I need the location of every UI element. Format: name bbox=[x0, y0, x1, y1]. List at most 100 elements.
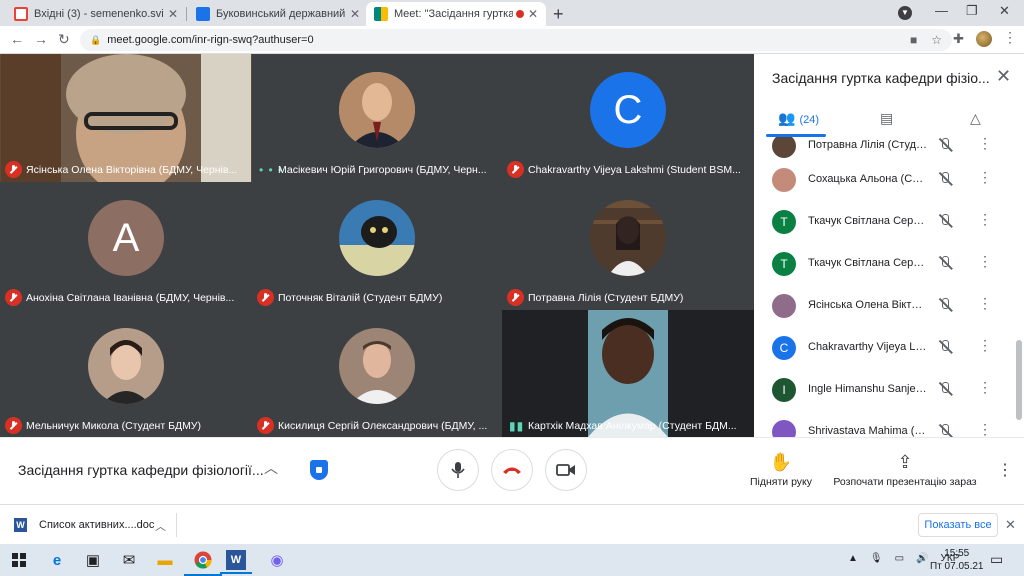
participant-tile[interactable]: Поточняк Віталій (Студент БДМУ) bbox=[252, 182, 502, 310]
chevron-up-icon[interactable]: ︿ bbox=[155, 518, 166, 534]
list-item[interactable]: Ясінська Олена Вікторі... ⋮ bbox=[754, 285, 1016, 327]
list-item[interactable]: T Ткачук Світлана Сергії... ⋮ bbox=[754, 243, 1016, 285]
chevron-up-icon[interactable]: ︿ bbox=[264, 458, 278, 478]
close-panel-icon[interactable]: ✕ bbox=[996, 66, 1011, 87]
host-controls-shield-icon[interactable] bbox=[310, 460, 328, 480]
new-tab-button[interactable]: + bbox=[553, 4, 564, 25]
participant-avatar: I bbox=[772, 378, 796, 402]
tab-people[interactable]: 👥 (24) bbox=[778, 110, 819, 127]
camera-button[interactable] bbox=[545, 449, 587, 491]
close-icon[interactable]: ✕ bbox=[1005, 517, 1016, 533]
camera-indicator-icon[interactable]: ■ bbox=[910, 33, 917, 47]
downloads-bar: W Список активних....doc ︿ Показать все … bbox=[0, 504, 1024, 544]
meeting-title[interactable]: Засідання гуртка кафедри фізіології... bbox=[18, 462, 264, 478]
chat-icon[interactable]: ▤ bbox=[880, 110, 893, 127]
minimize-button[interactable]: — bbox=[935, 3, 948, 18]
participant-avatar: T bbox=[772, 210, 796, 234]
edge-icon[interactable]: e bbox=[44, 548, 70, 572]
bookmark-star-icon[interactable]: ☆ bbox=[931, 33, 942, 47]
microphone-tray-icon[interactable]: 🎙 bbox=[870, 553, 883, 564]
participant-tile[interactable]: Мельничук Микола (Студент БДМУ) bbox=[0, 310, 252, 438]
participant-tile[interactable]: Кисилиця Сергій Олександрович (БДМУ, ... bbox=[252, 310, 502, 438]
list-item[interactable]: C Chakravarthy Vijeya Lak... ⋮ bbox=[754, 327, 1016, 369]
clock[interactable]: 15:55 Пт 07.05.21 bbox=[930, 547, 983, 573]
reload-icon[interactable]: ↻ bbox=[58, 31, 70, 48]
tab-search-icon[interactable]: ▼ bbox=[898, 6, 912, 20]
participant-name: Потравна Лілія (Студент БДМУ) bbox=[528, 292, 684, 304]
panel-scrollbar[interactable] bbox=[1016, 340, 1022, 420]
tab-bdmu[interactable]: Буковинський державний меди ✕ bbox=[188, 2, 368, 26]
list-item[interactable]: I Ingle Himanshu Sanjeev... ⋮ bbox=[754, 369, 1016, 411]
file-explorer-icon[interactable]: ▬ bbox=[152, 548, 178, 572]
recording-dot-icon bbox=[515, 10, 524, 18]
more-options-icon[interactable]: ⋮ bbox=[978, 421, 992, 437]
more-options-icon[interactable]: ⋮ bbox=[978, 137, 992, 152]
participant-tile[interactable]: • • • Масікевич Юрій Григорович (БДМУ, Ч… bbox=[252, 54, 502, 182]
participant-name: Ясінська Олена Вікторі... bbox=[808, 299, 928, 311]
more-options-icon[interactable]: ⋮ bbox=[978, 379, 992, 396]
mail-icon[interactable]: ✉ bbox=[116, 548, 142, 572]
muted-icon bbox=[5, 289, 22, 306]
browser-menu-icon[interactable]: ⋮ bbox=[1003, 29, 1017, 46]
volume-icon[interactable]: 🔊 bbox=[916, 553, 928, 564]
extensions-icon[interactable]: ✚ bbox=[953, 31, 964, 47]
participant-tile[interactable]: Потравна Лілія (Студент БДМУ) bbox=[502, 182, 754, 310]
muted-icon bbox=[507, 161, 524, 178]
more-options-icon[interactable]: ⋮ bbox=[997, 460, 1013, 480]
notifications-icon[interactable]: ▭ bbox=[990, 551, 1003, 568]
present-label: Розпочати презентацію зараз bbox=[833, 476, 977, 488]
mic-off-icon bbox=[937, 297, 953, 313]
word-file-icon: W bbox=[14, 518, 27, 532]
tab-meet[interactable]: Meet: "Засідання гуртка каф ✕ bbox=[366, 2, 546, 26]
chevron-up-icon[interactable]: ▲ bbox=[848, 553, 858, 564]
windows-start-icon[interactable] bbox=[6, 548, 32, 572]
profile-avatar[interactable] bbox=[976, 31, 992, 47]
leave-call-button[interactable] bbox=[491, 449, 533, 491]
participant-tile[interactable]: C Chakravarthy Vijeya Lakshmi (Student B… bbox=[502, 54, 754, 182]
close-tab-icon[interactable]: ✕ bbox=[528, 7, 538, 21]
participant-name: Потравна Лілія (Студент... bbox=[808, 139, 928, 151]
participant-name: Chakravarthy Vijeya Lak... bbox=[808, 341, 928, 353]
close-tab-icon[interactable]: ✕ bbox=[350, 7, 360, 21]
participant-name: Масікевич Юрій Григорович (БДМУ, Черн... bbox=[278, 164, 487, 176]
download-item[interactable]: W Список активних....doc bbox=[14, 518, 154, 532]
list-item[interactable]: Сохацька Альона (Сту... ⋮ bbox=[754, 159, 1016, 201]
participant-video bbox=[1, 54, 251, 182]
back-icon[interactable]: ← bbox=[10, 31, 24, 47]
close-tab-icon[interactable]: ✕ bbox=[168, 7, 178, 21]
mic-off-icon bbox=[937, 171, 953, 187]
tab-gmail[interactable]: Вхідні (3) - semenenko.svitlana@ ✕ bbox=[6, 2, 186, 26]
participant-tile[interactable]: ▮▮ Картхік Мадхав Анілкумар (Студент БДМ… bbox=[502, 310, 754, 438]
show-all-button[interactable]: Показать все bbox=[918, 513, 998, 537]
participant-tile[interactable]: Ясінська Олена Вікторівна (БДМУ, Чернів.… bbox=[0, 54, 252, 182]
microphone-button[interactable] bbox=[437, 449, 479, 491]
store-icon[interactable]: ▣ bbox=[80, 548, 106, 572]
activities-icon[interactable]: △ bbox=[970, 110, 981, 127]
participant-name: Кисилиця Сергій Олександрович (БДМУ, ... bbox=[278, 420, 488, 432]
restore-button[interactable]: ❐ bbox=[966, 3, 978, 19]
network-icon[interactable]: ▭ bbox=[895, 553, 904, 564]
hand-icon: ✋ bbox=[769, 452, 793, 472]
address-bar[interactable]: 🔒 meet.google.com/inr-rign-swq?authuser=… bbox=[80, 29, 952, 51]
lock-icon: 🔒 bbox=[90, 34, 102, 45]
word-icon[interactable]: W bbox=[220, 550, 252, 574]
more-options-icon[interactable]: ⋮ bbox=[978, 295, 992, 312]
more-options-icon[interactable]: ⋮ bbox=[978, 169, 992, 186]
date: Пт 07.05.21 bbox=[930, 561, 984, 572]
list-item[interactable]: Shrivastava Mahima (St... ⋮ bbox=[754, 411, 1016, 437]
more-options-icon[interactable]: ⋮ bbox=[978, 253, 992, 270]
participant-tile[interactable]: A Анохіна Світлана Іванівна (БДМУ, Черні… bbox=[0, 182, 252, 310]
close-window-button[interactable]: ✕ bbox=[999, 3, 1010, 19]
tab-title: Буковинський державний меди bbox=[216, 8, 346, 20]
mic-off-icon bbox=[937, 423, 953, 437]
more-options-icon[interactable]: ⋮ bbox=[978, 337, 992, 354]
more-options-icon[interactable]: ⋮ bbox=[978, 211, 992, 228]
raise-hand-button[interactable]: ✋ Підняти руку bbox=[745, 452, 817, 488]
present-now-button[interactable]: ⇪ Розпочати презентацію зараз bbox=[832, 452, 978, 488]
viber-icon[interactable]: ◉ bbox=[264, 548, 290, 572]
participant-name: Ткачук Світлана Сергії... bbox=[808, 257, 928, 269]
mic-off-icon bbox=[937, 339, 953, 355]
forward-icon[interactable]: → bbox=[34, 31, 48, 47]
list-item[interactable]: T Ткачук Світлана Сергії... ⋮ bbox=[754, 201, 1016, 243]
chrome-icon[interactable] bbox=[184, 548, 222, 576]
